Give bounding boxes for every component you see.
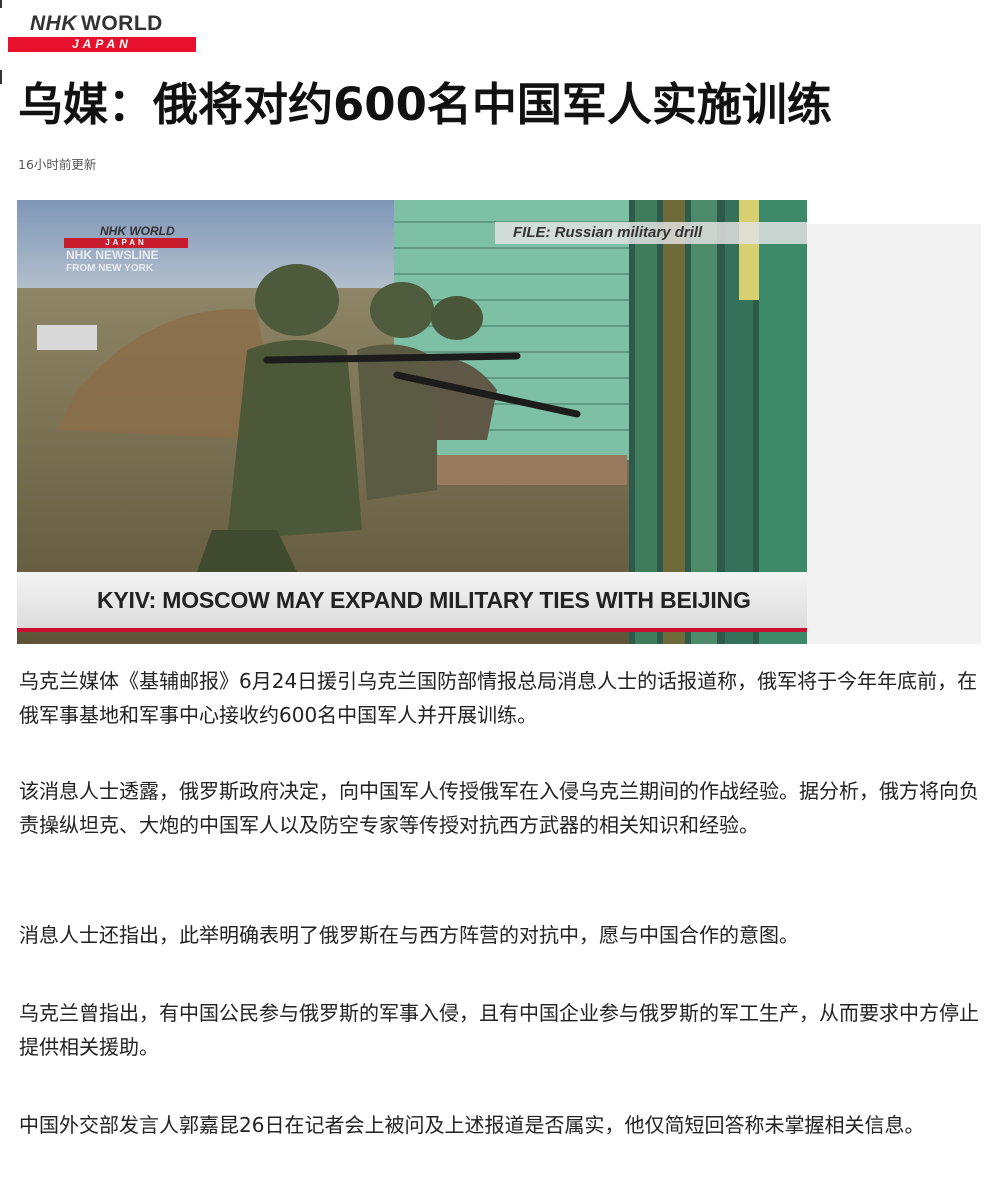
paragraph-5: 中国外交部发言人郭嘉昆26日在记者会上被问及上述报道是否属实，他仅简短回答称未掌… <box>19 1113 925 1137</box>
paragraph-2: 该消息人士透露，俄罗斯政府决定，向中国军人传授俄军在入侵乌克兰期间的作战经验。据… <box>19 779 979 837</box>
paragraph-4: 乌克兰曾指出，有中国公民参与俄罗斯的军事入侵，且有中国企业参与俄罗斯的军工生产，… <box>19 1001 979 1059</box>
video-watermark: NHK WORLD JAPAN NHK NEWSLINE FROM NEW YO… <box>64 224 214 276</box>
nhk-world-logo[interactable]: NHK WORLD JAPAN <box>8 12 196 52</box>
distant-building <box>37 325 97 350</box>
logo-world: WORLD <box>81 12 163 35</box>
logo-red-bar: JAPAN <box>8 37 196 52</box>
watermark-brand: NHK WORLD <box>100 224 175 238</box>
watermark-program: NHK NEWSLINE <box>66 248 159 262</box>
lower-third-caption: KYIV: MOSCOW MAY EXPAND MILITARY TIES WI… <box>97 587 751 613</box>
watermark-bar: JAPAN <box>64 238 188 248</box>
paragraph-1: 乌克兰媒体《基辅邮报》6月24日援引乌克兰国防部情报总局消息人士的话报道称，俄军… <box>19 669 978 727</box>
paragraph-3: 消息人士还指出，此举明确表明了俄罗斯在与西方阵营的对抗中，愿与中国合作的意图。 <box>19 923 799 947</box>
file-label: FILE: Russian military drill <box>495 222 807 244</box>
photo-backdrop <box>806 224 981 644</box>
updated-timestamp: 16小时前更新 <box>18 157 97 172</box>
logo-wordmark: NHK WORLD <box>30 12 163 36</box>
logo-nhk: NHK <box>30 12 77 35</box>
article-photo: NHK WORLD JAPAN NHK NEWSLINE FROM NEW YO… <box>17 200 807 644</box>
logo-japan: JAPAN <box>72 37 132 51</box>
edge-mark-top <box>0 0 2 8</box>
watermark-location: FROM NEW YORK <box>66 263 154 274</box>
news-lower-third: KYIV: MOSCOW MAY EXPAND MILITARY TIES WI… <box>17 572 807 632</box>
article-headline: 乌媒：俄将对约600名中国军人实施训练 <box>18 78 832 131</box>
edge-mark-mid <box>0 70 2 84</box>
